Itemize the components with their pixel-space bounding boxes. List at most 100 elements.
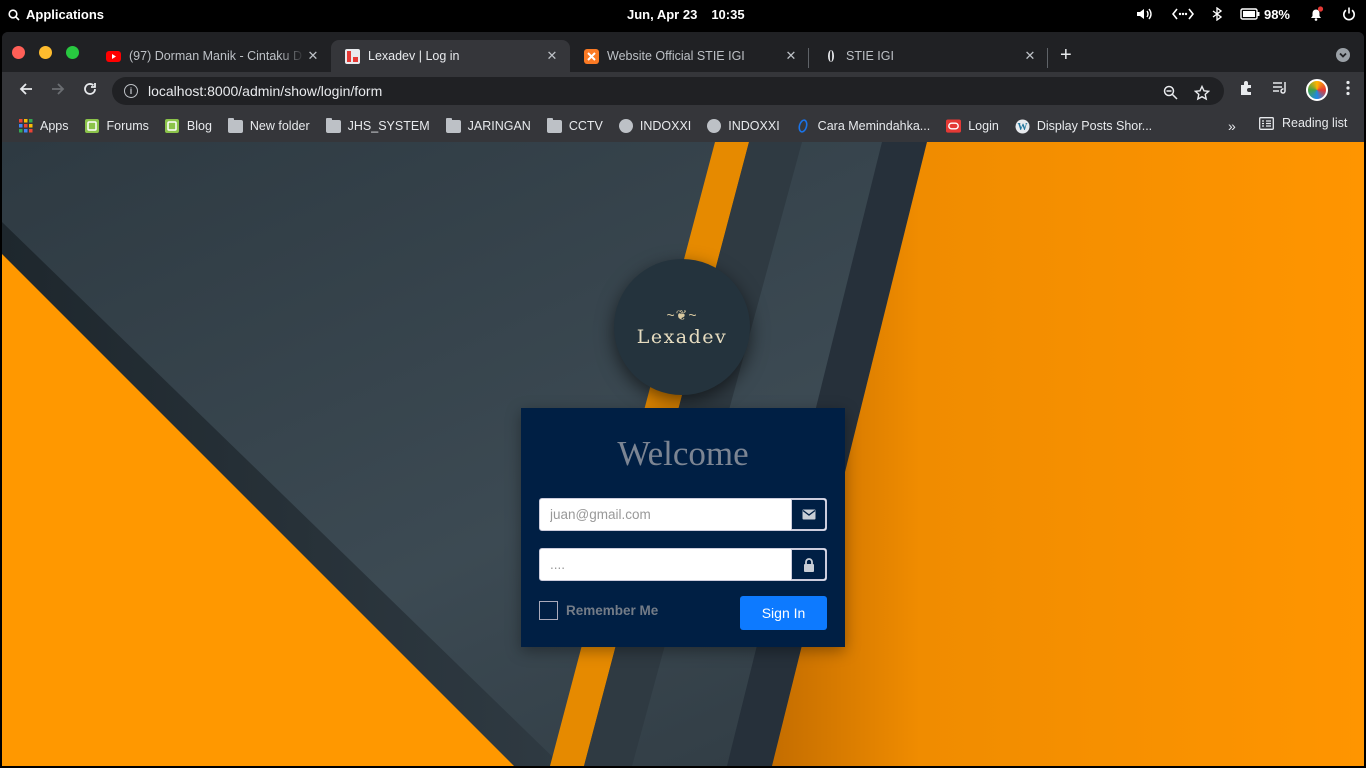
window-controls <box>12 46 79 59</box>
profile-avatar[interactable] <box>1306 79 1328 101</box>
bookmark-indoxxi-2[interactable]: INDOXXI <box>707 119 780 133</box>
close-tab-icon[interactable]: ✕ <box>1022 48 1038 64</box>
bookmark-label: New folder <box>249 119 310 133</box>
battery-icon <box>1240 8 1260 20</box>
bookmark-label: INDOXXI <box>639 119 692 133</box>
tab-strip: (97) Dorman Manik - Cintaku D ✕ Lexadev … <box>2 32 1364 72</box>
tab-title: Website Official STIE IGI <box>607 49 745 63</box>
lexadev-icon <box>345 48 360 64</box>
lock-icon <box>791 549 826 580</box>
remember-me-label: Remember Me <box>566 603 659 618</box>
bookmark-login[interactable]: Login <box>946 119 999 133</box>
password-field <box>539 548 827 581</box>
notification-bell-icon[interactable] <box>1308 6 1324 22</box>
volume-icon[interactable] <box>1136 7 1154 21</box>
tab-title: Lexadev | Log in <box>368 49 460 63</box>
url-text: localhost:8000/admin/show/login/form <box>148 83 383 99</box>
applications-menu[interactable]: Applications <box>8 7 104 22</box>
loading-icon <box>823 49 838 64</box>
search-icon <box>8 8 20 21</box>
bookmark-star-icon[interactable] <box>1193 84 1211 105</box>
tab-title: (97) Dorman Manik - Cintaku D <box>129 49 302 63</box>
login-card: Welcome Remember Me Sign In <box>521 408 845 647</box>
bookmark-label: CCTV <box>568 119 603 133</box>
forward-button[interactable] <box>48 81 68 102</box>
remember-me[interactable]: Remember Me <box>539 601 658 620</box>
address-bar[interactable]: i localhost:8000/admin/show/login/form <box>112 77 1224 105</box>
sign-in-button[interactable]: Sign In <box>740 596 827 630</box>
password-input[interactable] <box>540 549 791 580</box>
bookmark-display-posts[interactable]: W Display Posts Shor... <box>1015 119 1152 133</box>
globe-icon <box>707 119 722 133</box>
bookmarks-bar: Apps Forums Blog New folder JHS_SYSTEM J… <box>2 110 1364 142</box>
tab-search-button[interactable] <box>1336 48 1350 62</box>
bookmark-blog[interactable]: Blog <box>165 119 212 133</box>
mint-icon <box>165 119 180 133</box>
welcome-heading: Welcome <box>617 434 749 473</box>
email-input[interactable] <box>540 499 791 530</box>
bookmark-label: Apps <box>40 119 69 133</box>
close-window-button[interactable] <box>12 46 25 59</box>
clock[interactable]: Jun, Apr 23 10:35 <box>627 7 745 22</box>
system-tray: 98% <box>1136 6 1356 22</box>
battery-percent: 98% <box>1263 6 1290 22</box>
bookmark-label: Blog <box>186 119 212 133</box>
globe-icon <box>618 119 633 133</box>
tab-stie-igi[interactable]: STIE IGI ✕ <box>809 40 1048 72</box>
bookmark-cctv[interactable]: CCTV <box>546 117 603 133</box>
browser-window: (97) Dorman Manik - Cintaku D ✕ Lexadev … <box>2 32 1364 766</box>
zoom-icon[interactable] <box>1163 85 1178 105</box>
logo-ornament: ~❦~ <box>666 306 698 323</box>
folder-icon <box>445 117 461 133</box>
bookmark-label: Cara Memindahka... <box>817 119 931 133</box>
bookmark-cara-memindahkan[interactable]: Cara Memindahka... <box>796 119 931 133</box>
bookmark-label: Display Posts Shor... <box>1036 119 1153 133</box>
bookmark-label: JARINGAN <box>467 119 531 133</box>
reading-list-label: Reading list <box>1282 116 1348 130</box>
new-tab-button[interactable]: + <box>1060 44 1072 67</box>
bookmark-jaringan[interactable]: JARINGAN <box>445 117 531 133</box>
folder-icon <box>227 117 243 133</box>
tab-stie-igi-official[interactable]: Website Official STIE IGI ✕ <box>570 40 809 72</box>
browser-toolbar: i localhost:8000/admin/show/login/form <box>2 72 1364 110</box>
address-bar-actions <box>1163 84 1211 105</box>
date-text: Jun, Apr 23 <box>627 7 698 22</box>
close-tab-icon[interactable]: ✕ <box>305 48 321 64</box>
bookmark-label: JHS_SYSTEM <box>347 119 430 133</box>
bookmark-forums[interactable]: Forums <box>85 119 149 133</box>
site-info-icon[interactable]: i <box>124 84 138 98</box>
page-content: ~❦~ Lexadev Welcome Remember Me <box>2 142 1364 766</box>
tab-youtube[interactable]: (97) Dorman Manik - Cintaku D ✕ <box>92 40 331 72</box>
folder-icon <box>325 117 341 133</box>
battery-indicator[interactable]: 98% <box>1240 7 1290 22</box>
back-button[interactable] <box>16 81 36 102</box>
bookmark-indoxxi-1[interactable]: INDOXXI <box>618 119 692 133</box>
network-icon[interactable] <box>1171 7 1194 21</box>
bookmark-apps[interactable]: Apps <box>18 119 69 133</box>
reading-list-button[interactable]: Reading list <box>1259 116 1347 130</box>
media-control-icon[interactable] <box>1272 80 1288 100</box>
reload-button[interactable] <box>80 81 100 102</box>
bookmark-jhs-system[interactable]: JHS_SYSTEM <box>325 117 430 133</box>
arrow-left-icon <box>19 83 32 95</box>
extensions-icon[interactable] <box>1238 80 1254 100</box>
email-field <box>539 498 827 531</box>
reload-icon <box>84 83 96 95</box>
maximize-window-button[interactable] <box>66 46 79 59</box>
chevron-down-icon <box>1339 52 1347 58</box>
more-bookmarks-button[interactable]: » <box>1228 118 1236 134</box>
close-tab-icon[interactable]: ✕ <box>783 48 799 64</box>
power-icon[interactable] <box>1342 7 1356 21</box>
tab-lexadev[interactable]: Lexadev | Log in ✕ <box>331 40 570 72</box>
menu-kebab-icon[interactable] <box>1346 80 1350 100</box>
bookmark-label: Login <box>968 119 999 133</box>
remember-me-checkbox[interactable] <box>539 601 558 620</box>
opera-icon <box>796 119 811 133</box>
bluetooth-icon[interactable] <box>1212 7 1222 21</box>
bookmark-new-folder[interactable]: New folder <box>227 117 310 133</box>
folder-icon <box>546 117 562 133</box>
youtube-icon <box>106 49 121 64</box>
tab-title: STIE IGI <box>846 49 894 63</box>
minimize-window-button[interactable] <box>39 46 52 59</box>
close-tab-icon[interactable]: ✕ <box>544 48 560 64</box>
